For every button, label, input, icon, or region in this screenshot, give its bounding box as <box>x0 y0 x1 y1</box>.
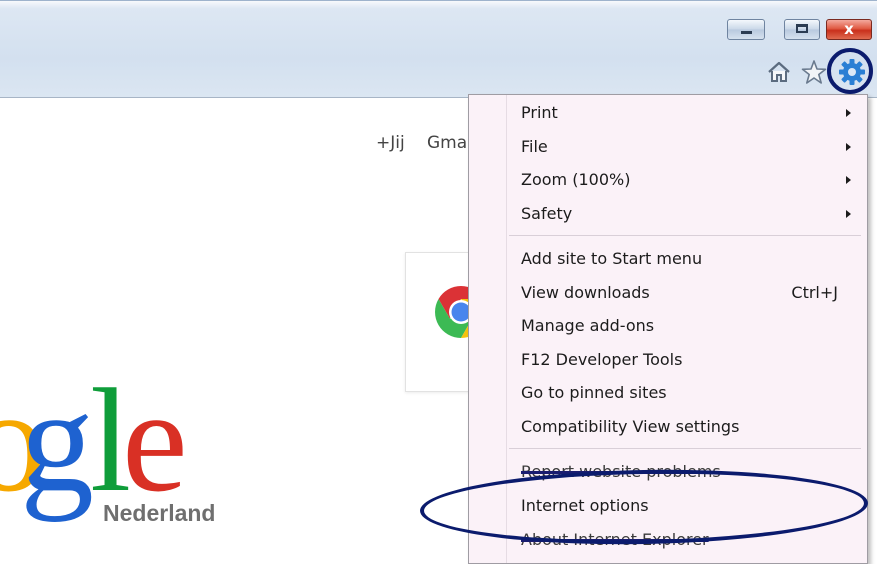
menu-item-label: Print <box>521 103 558 122</box>
menu-item-go-to-pinned-sites[interactable]: Go to pinned sites <box>521 378 859 408</box>
google-plus-link[interactable]: +Jij <box>376 133 405 153</box>
close-icon: x <box>844 20 854 38</box>
submenu-arrow-icon <box>846 109 851 117</box>
minimize-icon <box>728 20 764 39</box>
logo-region-label: Nederland <box>103 500 216 526</box>
menu-item-shortcut: Ctrl+J <box>791 283 838 302</box>
menu-item-zoom[interactable]: Zoom (100%) <box>521 165 859 195</box>
menu-item-label: F12 Developer Tools <box>521 350 683 369</box>
gmail-link[interactable]: Gma <box>427 133 467 153</box>
browser-toolbar <box>0 0 877 98</box>
maximize-icon <box>785 20 819 39</box>
logo-letter-e: e <box>122 359 188 523</box>
menu-item-label: Zoom (100%) <box>521 170 631 189</box>
home-icon[interactable] <box>765 58 793 86</box>
submenu-arrow-icon <box>846 210 851 218</box>
menu-item-label: File <box>521 137 548 156</box>
menu-separator <box>509 235 861 236</box>
menu-item-label: Add site to Start menu <box>521 249 703 268</box>
menu-item-print[interactable]: Print <box>521 98 859 128</box>
menu-item-f12-developer-tools[interactable]: F12 Developer Tools <box>521 345 859 375</box>
menu-item-label: View downloads <box>521 283 650 302</box>
minimize-button[interactable] <box>727 19 765 40</box>
menu-item-compatibility-view-settings[interactable]: Compatibility View settings <box>521 412 859 442</box>
menu-item-label: Safety <box>521 204 573 223</box>
submenu-arrow-icon <box>846 176 851 184</box>
submenu-arrow-icon <box>846 143 851 151</box>
menu-item-label: Compatibility View settings <box>521 417 740 436</box>
menu-item-safety[interactable]: Safety <box>521 199 859 229</box>
menu-separator <box>509 448 861 449</box>
maximize-button[interactable] <box>784 19 820 40</box>
menu-item-file[interactable]: File <box>521 132 859 162</box>
menu-item-manage-add-ons[interactable]: Manage add-ons <box>521 311 859 341</box>
star-icon[interactable] <box>800 58 828 86</box>
menu-item-label: Manage add-ons <box>521 316 655 335</box>
annotation-circle-gear <box>827 48 873 94</box>
close-button[interactable]: x <box>826 19 872 40</box>
logo-letter-g: g <box>20 359 94 523</box>
menu-item-add-site-to-start-menu[interactable]: Add site to Start menu <box>521 244 859 274</box>
menu-item-label: Go to pinned sites <box>521 383 667 402</box>
menu-item-view-downloads[interactable]: View downloads Ctrl+J <box>521 278 859 308</box>
